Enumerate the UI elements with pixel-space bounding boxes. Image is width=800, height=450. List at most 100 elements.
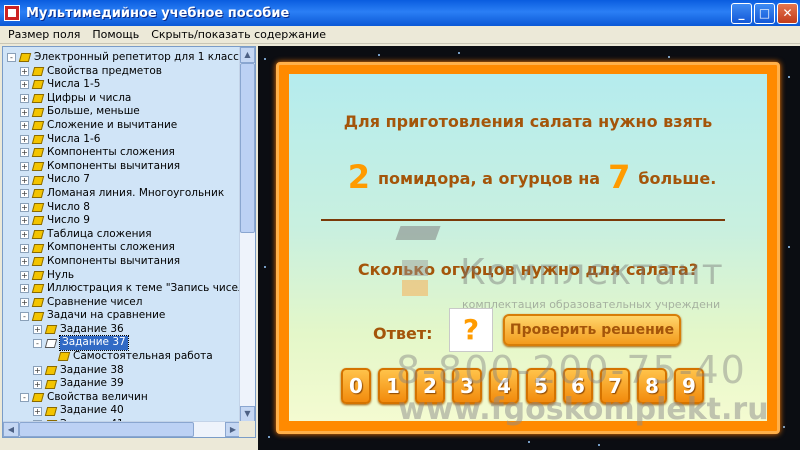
scroll-thumb[interactable] bbox=[240, 63, 255, 233]
expand-icon[interactable]: + bbox=[20, 66, 29, 76]
tree-item[interactable]: + Больше, меньше bbox=[3, 105, 241, 119]
tree-item[interactable]: + Задание 38 bbox=[3, 364, 241, 378]
digit-button-7[interactable]: 7 bbox=[600, 368, 630, 404]
close-button[interactable]: ✕ bbox=[777, 2, 798, 24]
expand-icon[interactable]: + bbox=[33, 406, 42, 416]
tree-item[interactable]: + Ломаная линия. Многоугольник bbox=[3, 187, 241, 201]
tree-item[interactable]: + Компоненты вычитания bbox=[3, 160, 241, 174]
divider bbox=[321, 219, 725, 221]
tree-item[interactable]: + Числа 1-6 bbox=[3, 133, 241, 147]
contents-panel: - Электронный репетитор для 1 класса к уч… bbox=[2, 46, 256, 438]
open-book-icon bbox=[44, 338, 58, 348]
folder-icon bbox=[31, 393, 45, 403]
digit-keypad: 0123456789 bbox=[341, 368, 711, 404]
vertical-scrollbar[interactable]: ▲ ▼ bbox=[239, 47, 255, 422]
expand-icon[interactable]: + bbox=[20, 189, 29, 199]
collapse-icon[interactable]: - bbox=[7, 53, 16, 63]
tree-item[interactable]: - Электронный репетитор для 1 класса к уч… bbox=[3, 51, 241, 65]
folder-icon bbox=[44, 365, 58, 375]
digit-button-0[interactable]: 0 bbox=[341, 368, 371, 404]
tree-item[interactable]: + Число 9 bbox=[3, 214, 241, 228]
expand-icon[interactable]: + bbox=[33, 379, 42, 389]
hscroll-thumb[interactable] bbox=[19, 422, 194, 437]
tree-item[interactable]: + Сравнение чисел bbox=[3, 296, 241, 310]
title-bar: Мультимедийное учебное пособие _ □ ✕ bbox=[0, 0, 800, 26]
expand-icon[interactable]: + bbox=[20, 270, 29, 280]
tree-item[interactable]: - Задание 37 bbox=[3, 335, 241, 352]
tree-item[interactable]: + Нуль bbox=[3, 269, 241, 283]
expand-icon[interactable]: + bbox=[20, 94, 29, 104]
collapse-icon[interactable]: - bbox=[20, 393, 29, 403]
tree-item[interactable]: + Компоненты вычитания bbox=[3, 255, 241, 269]
tree-item[interactable]: + Число 8 bbox=[3, 201, 241, 215]
expand-icon[interactable]: + bbox=[20, 297, 29, 307]
tree-item[interactable]: - Задачи на сравнение bbox=[3, 309, 241, 323]
tree-item[interactable]: + Таблица сложения bbox=[3, 228, 241, 242]
menu-toggle-contents[interactable]: Скрыть/показать содержание bbox=[147, 28, 330, 41]
digit-button-3[interactable]: 3 bbox=[452, 368, 482, 404]
tree-item[interactable]: + Число 7 bbox=[3, 173, 241, 187]
expand-icon[interactable]: + bbox=[20, 175, 29, 185]
expand-icon[interactable]: + bbox=[20, 257, 29, 267]
star-decoration bbox=[528, 441, 530, 443]
expand-icon[interactable]: + bbox=[20, 80, 29, 90]
digit-button-2[interactable]: 2 bbox=[415, 368, 445, 404]
task-mid-text: помидора, а огурцов на bbox=[377, 169, 601, 188]
folder-icon bbox=[44, 379, 58, 389]
tree-item[interactable]: + Задание 40 bbox=[3, 404, 241, 418]
scroll-up-icon[interactable]: ▲ bbox=[240, 47, 255, 63]
tree-item[interactable]: + Задание 36 bbox=[3, 323, 241, 337]
star-decoration bbox=[264, 266, 266, 268]
expand-icon[interactable]: + bbox=[20, 230, 29, 240]
tree-item-label: Число 8 bbox=[47, 200, 90, 213]
scroll-down-icon[interactable]: ▼ bbox=[240, 406, 255, 422]
digit-button-6[interactable]: 6 bbox=[563, 368, 593, 404]
expand-icon[interactable]: + bbox=[20, 134, 29, 144]
expand-icon[interactable]: + bbox=[20, 148, 29, 158]
digit-button-8[interactable]: 8 bbox=[637, 368, 667, 404]
folder-icon bbox=[31, 134, 45, 144]
check-solution-button[interactable]: Проверить решение bbox=[503, 314, 681, 346]
expand-icon[interactable]: + bbox=[20, 284, 29, 294]
tree-item-label: Таблица сложения bbox=[47, 227, 152, 240]
collapse-icon[interactable]: - bbox=[33, 338, 42, 348]
minimize-button[interactable]: _ bbox=[731, 2, 752, 24]
tree-item[interactable]: + Компоненты сложения bbox=[3, 241, 241, 255]
tree-item[interactable]: + Цифры и числа bbox=[3, 92, 241, 106]
digit-button-5[interactable]: 5 bbox=[526, 368, 556, 404]
expand-icon[interactable]: + bbox=[33, 365, 42, 375]
scroll-left-icon[interactable]: ◀ bbox=[3, 422, 19, 437]
star-decoration bbox=[268, 436, 270, 438]
horizontal-scrollbar[interactable]: ◀ ▶ bbox=[3, 421, 241, 437]
tree-item-label: Задачи на сравнение bbox=[47, 309, 166, 322]
expand-icon[interactable]: + bbox=[20, 243, 29, 253]
expand-icon[interactable]: + bbox=[20, 107, 29, 117]
expand-icon[interactable]: + bbox=[20, 162, 29, 172]
tree-item[interactable]: + Числа 1-5 bbox=[3, 78, 241, 92]
task-number-1: 2 bbox=[347, 158, 370, 196]
task-line-2: 2 помидора, а огурцов на 7 больше. bbox=[289, 158, 767, 196]
answer-field[interactable]: ? bbox=[449, 308, 493, 352]
expand-icon[interactable]: + bbox=[20, 216, 29, 226]
tree-item[interactable]: + Сложение и вычитание bbox=[3, 119, 241, 133]
tree-item[interactable]: + Задание 39 bbox=[3, 377, 241, 391]
tree-item[interactable]: + Свойства предметов bbox=[3, 65, 241, 79]
tree-item[interactable]: + Иллюстрация к теме "Запись чисел рим bbox=[3, 282, 241, 296]
scroll-corner bbox=[239, 421, 255, 437]
menu-help[interactable]: Помощь bbox=[88, 28, 143, 41]
expand-icon[interactable]: + bbox=[33, 325, 42, 335]
maximize-button[interactable]: □ bbox=[754, 2, 775, 24]
tree-item[interactable]: - Свойства величин bbox=[3, 391, 241, 405]
tree-item-label: Задание 36 bbox=[60, 322, 124, 335]
collapse-icon[interactable]: - bbox=[20, 311, 29, 321]
task-end-text: больше. bbox=[638, 169, 717, 188]
menu-field-size[interactable]: Размер поля bbox=[4, 28, 84, 41]
tree-item[interactable]: + Компоненты сложения bbox=[3, 146, 241, 160]
expand-icon[interactable]: + bbox=[20, 121, 29, 131]
digit-button-1[interactable]: 1 bbox=[378, 368, 408, 404]
digit-button-9[interactable]: 9 bbox=[674, 368, 704, 404]
digit-button-4[interactable]: 4 bbox=[489, 368, 519, 404]
expand-icon[interactable]: + bbox=[20, 202, 29, 212]
folder-icon bbox=[31, 66, 45, 76]
tree-item[interactable]: Самостоятельная работа bbox=[3, 350, 241, 364]
